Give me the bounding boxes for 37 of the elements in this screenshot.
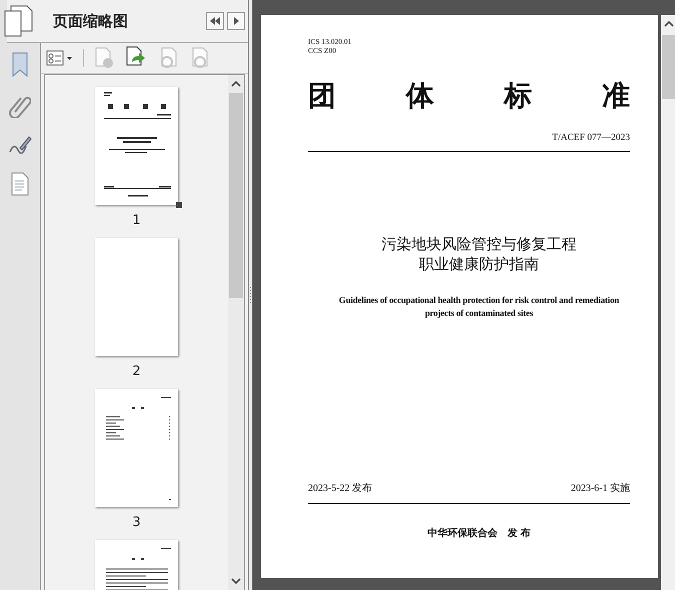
delete-page-icon[interactable]: [93, 47, 115, 69]
page-thumbnail[interactable]: [95, 87, 178, 205]
paperclip-icon[interactable]: [9, 94, 31, 118]
splitter-grip-icon[interactable]: [249, 287, 252, 303]
english-title: Guidelines of occupational health protection for risk control and remediation: [338, 294, 620, 307]
panel-title: 页面缩略图: [52, 12, 129, 30]
heading-character: 团: [308, 78, 336, 114]
signature-icon[interactable]: [8, 134, 32, 156]
scrollbar-thumb[interactable]: [662, 35, 675, 99]
heading-character: 准: [602, 78, 630, 114]
collapse-button[interactable]: [206, 12, 224, 30]
chinese-title: 污染地块风险管控与修复工程: [382, 234, 576, 254]
chinese-title: 职业健康防护指南: [419, 254, 539, 274]
english-title: projects of contaminated sites: [424, 307, 534, 320]
rewind-icon: [209, 16, 221, 26]
page-number: 2: [132, 364, 141, 379]
scrollbar-thumb[interactable]: [229, 93, 243, 298]
page-number: 3: [132, 515, 141, 530]
document-icon[interactable]: [10, 172, 30, 196]
scroll-up-icon[interactable]: [231, 80, 241, 88]
standard-number: T/ACEF 077—2023: [552, 133, 630, 143]
heading-character: 体: [406, 78, 434, 114]
page-thumbnail[interactable]: [95, 389, 178, 507]
page-thumbnail[interactable]: [95, 238, 178, 356]
heading-character: 标: [504, 78, 532, 114]
resize-handle[interactable]: [176, 202, 182, 208]
scroll-up-icon[interactable]: [664, 20, 674, 28]
play-icon: [232, 16, 240, 26]
publisher: 中华环保联合会 发 布: [427, 526, 531, 540]
bookmark-icon[interactable]: [10, 52, 30, 78]
pages-icon: [3, 5, 33, 37]
scroll-down-icon[interactable]: [231, 577, 241, 585]
effective-date: 2023-6-1 实施: [570, 482, 630, 495]
page-number: 1: [132, 213, 141, 228]
next-button[interactable]: [227, 12, 245, 30]
issue-date: 2023-5-22 发布: [308, 482, 372, 495]
options-icon[interactable]: [46, 49, 74, 67]
